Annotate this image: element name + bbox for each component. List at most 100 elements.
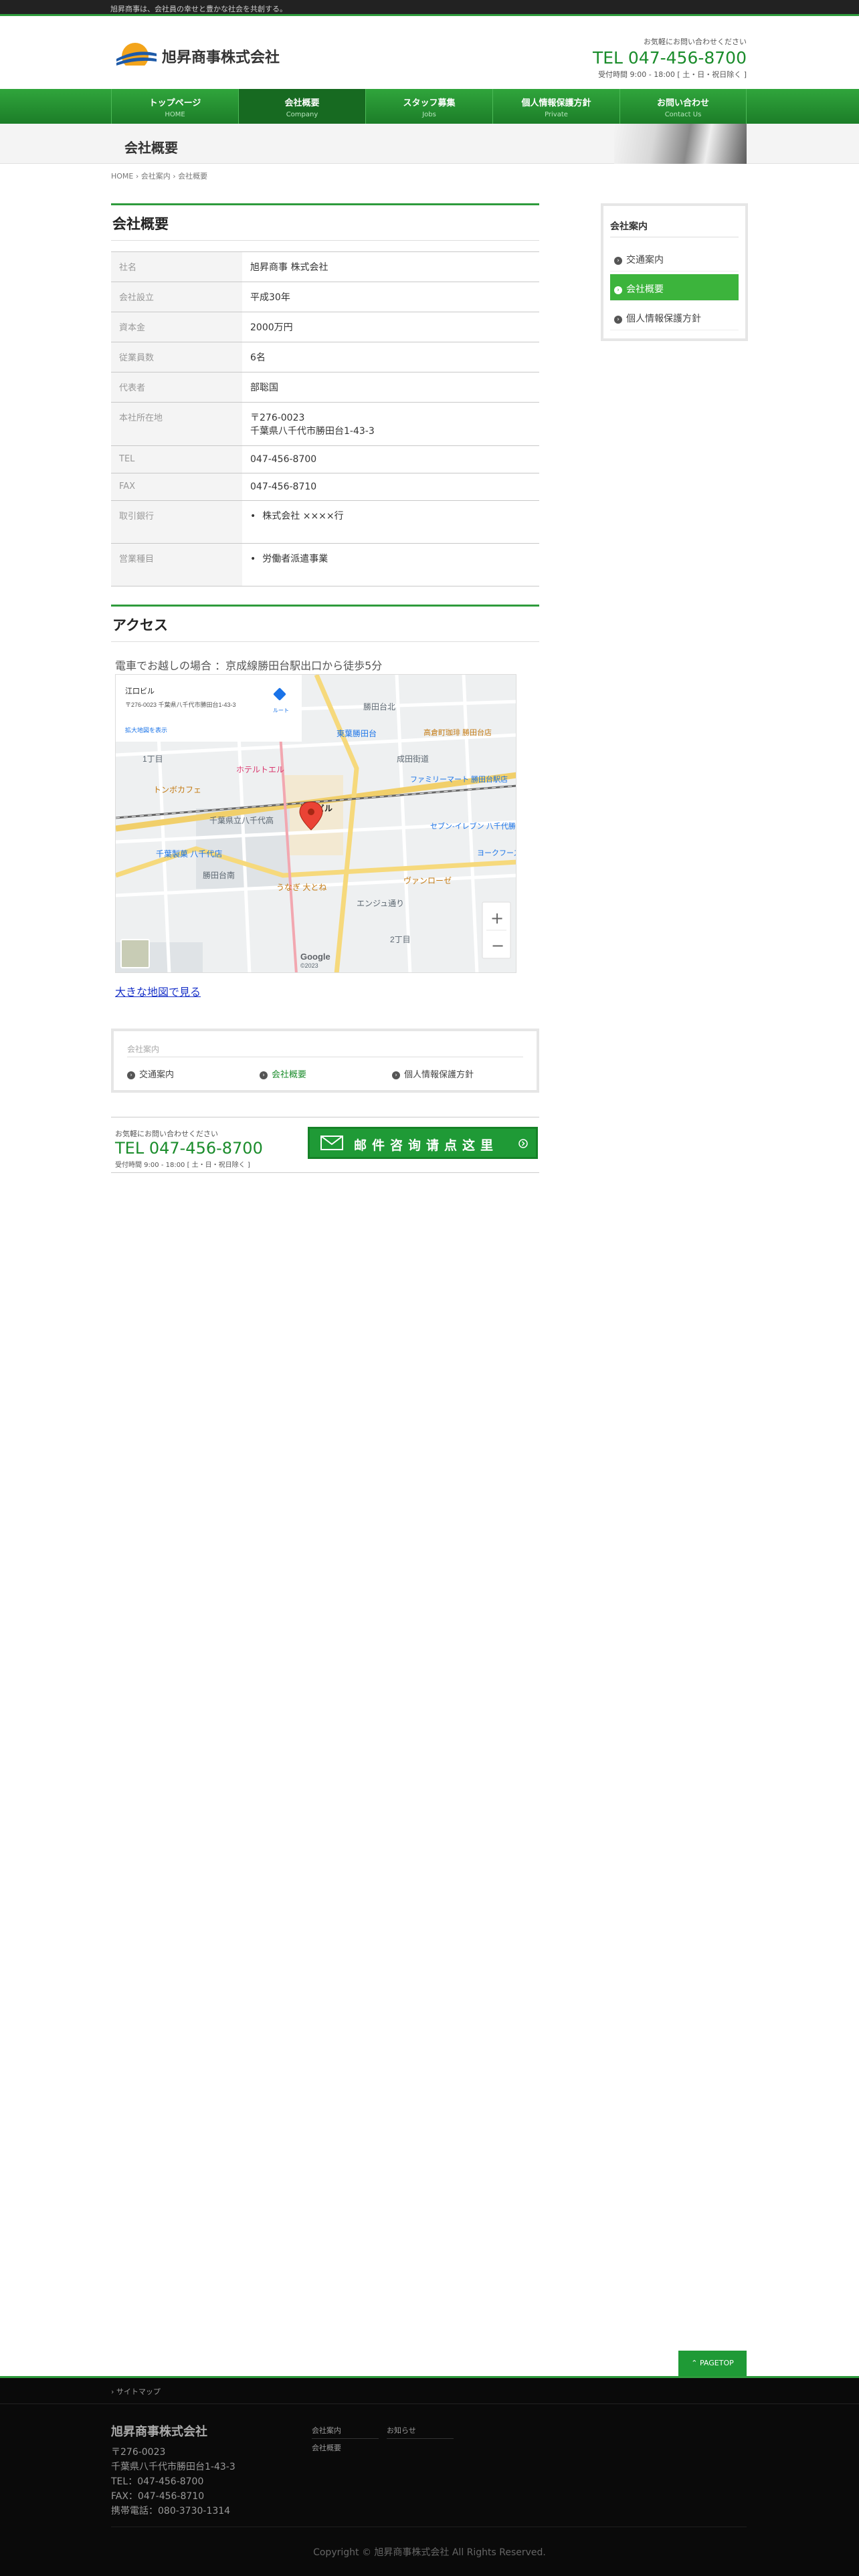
google-map[interactable]: 江口ビル 〒276-0023 千葉県八千代市勝田台1-43-3 拡大地図を表示 …	[115, 674, 516, 973]
zoom-in-button[interactable]: +	[490, 909, 504, 928]
map-info-title: 江口ビル	[125, 687, 155, 695]
nav-jobs[interactable]: スタッフ募集 Jobs	[365, 89, 492, 124]
sidebar-item-access[interactable]: › 交通案内	[610, 245, 739, 272]
chevron-up-icon: ⌃	[691, 2359, 700, 2367]
header-hours: 受付時間 9:00 - 18:00 [ 土・日・祝日除く ]	[598, 70, 747, 79]
subnav-item-company[interactable]: › 会社概要	[260, 1067, 306, 1080]
sidebar-item-privacy[interactable]: › 個人情報保護方針	[610, 304, 739, 330]
table-row: 従業員数 6名	[111, 342, 539, 372]
sitemap-link[interactable]: › サイトマップ	[111, 2386, 161, 2397]
row-label: 本社所在地	[111, 402, 242, 446]
map-canvas[interactable]: 江口ビル 〒276-0023 千葉県八千代市勝田台1-43-3 拡大地図を表示 …	[116, 675, 516, 973]
nav-contact-sub: Contact Us	[664, 111, 702, 118]
company-heading: 会社概要	[111, 203, 539, 241]
nav-company[interactable]: 会社概要 Company	[238, 89, 365, 124]
nav-jobs-sub: Jobs	[422, 111, 436, 118]
row-label: 代表者	[111, 372, 242, 403]
title-decoration-image	[614, 124, 747, 164]
row-label: 取引銀行	[111, 500, 242, 544]
footer-nav-overview[interactable]: 会社概要	[312, 2442, 341, 2453]
row-label: 資本金	[111, 312, 242, 342]
table-row: TEL 047-456-8700	[111, 445, 539, 473]
subnav-item-label: 会社概要	[272, 1070, 307, 1080]
cta-hours: 受付時間 9:00 - 18:00 [ 土・日・祝日除く ]	[115, 1162, 250, 1169]
nav-contact-label: お問い合わせ	[656, 98, 709, 108]
footer-address: 千葉県八千代市勝田台1-43-3	[111, 2462, 235, 2472]
subnav-item-label: 個人情報保護方針	[404, 1070, 474, 1080]
zoom-out-button[interactable]: −	[491, 936, 504, 955]
sidebar-item-label: 会社概要	[626, 284, 664, 295]
map-info-link[interactable]: 拡大地図を表示	[125, 726, 167, 734]
top-bar: 旭昇商事は、会社員の幸せと豊かな社会を共創する。	[0, 0, 859, 16]
row-label: 社名	[111, 251, 242, 282]
table-row: 本社所在地 〒276-0023 千葉県八千代市勝田台1-43-3	[111, 402, 539, 446]
logo[interactable]: 旭昇商事株式会社	[115, 35, 289, 72]
header-contact: お気軽にお問い合わせください TEL 047-456-8700 受付時間 9:0…	[593, 36, 747, 80]
satellite-toggle[interactable]	[120, 939, 150, 968]
map-label: 千葉製菓 八千代店	[156, 849, 222, 859]
row-label: FAX	[111, 473, 242, 501]
map-label: 東葉勝田台	[337, 728, 377, 738]
large-map-link[interactable]: 大きな地図で見る	[115, 983, 201, 999]
footer-company-name: 旭昇商事株式会社	[111, 2425, 207, 2439]
cta-note: お気軽にお問い合わせください	[115, 1130, 218, 1138]
list-item: 株式会社 ××××行	[250, 509, 531, 522]
map-label: 千葉県立八千代高	[209, 815, 274, 825]
page-title-band: 会社概要	[0, 124, 859, 164]
row-value: 2000万円	[242, 312, 539, 342]
nav-privacy-label: 個人情報保護方針	[521, 98, 591, 108]
divider	[0, 2403, 859, 2404]
pagetop-button[interactable]: ⌃ PAGETOP	[678, 2351, 747, 2376]
mail-contact-button[interactable]: 邮件咨询请点这里	[308, 1127, 538, 1159]
contact-band: お気軽にお問い合わせください TEL 047-456-8700 受付時間 9:0…	[111, 1117, 539, 1173]
map-route-label: ルート	[273, 708, 289, 714]
nav-jobs-label: スタッフ募集	[403, 98, 456, 108]
map-label: ファミリーマート 勝田台駅店	[410, 774, 508, 784]
cta-tel[interactable]: TEL 047-456-8700	[115, 1139, 263, 1158]
nav-contact[interactable]: お問い合わせ Contact Us	[619, 89, 747, 124]
row-value: 047-456-8710	[242, 473, 539, 501]
mail-icon	[320, 1136, 343, 1150]
chevron-right-icon: ›	[127, 1071, 135, 1079]
nav-privacy[interactable]: 個人情報保護方針 Private	[492, 89, 619, 124]
chevron-right-icon: ›	[614, 286, 622, 294]
footer-nav-company[interactable]: 会社案内	[312, 2425, 379, 2439]
nav-home[interactable]: トップページ HOME	[111, 89, 238, 124]
nav-home-sub: HOME	[165, 111, 185, 118]
table-row: 社名 旭昇商事 株式会社	[111, 251, 539, 282]
map-label: うなぎ 大とね	[276, 883, 326, 892]
logo-sun-icon	[115, 43, 158, 68]
breadcrumb[interactable]: HOME › 会社案内 › 会社概要	[111, 171, 207, 181]
list-item: 労働者派遣事業	[250, 552, 531, 565]
map-info-address: 〒276-0023 千葉県八千代市勝田台1-43-3	[125, 701, 236, 708]
subnav-item-label: 交通案内	[139, 1070, 175, 1080]
row-label: 従業員数	[111, 342, 242, 372]
tagline: 旭昇商事は、会社員の幸せと豊かな社会を共創する。	[110, 5, 287, 13]
header-tel[interactable]: TEL 047-456-8700	[593, 48, 747, 68]
row-value: 旭昇商事 株式会社	[242, 251, 539, 282]
map-label: 勝田台北	[363, 702, 395, 712]
row-value: 047-456-8700	[242, 445, 539, 473]
footer-nav-news[interactable]: お知らせ	[387, 2425, 454, 2439]
map-label: 勝田台南	[203, 870, 235, 880]
page-title: 会社概要	[124, 140, 178, 156]
brand-name: 旭昇商事株式会社	[162, 49, 280, 66]
table-row: FAX 047-456-8710	[111, 473, 539, 501]
global-nav: トップページ HOME 会社概要 Company スタッフ募集 Jobs 個人情…	[0, 89, 859, 124]
row-value: 株式会社 ××××行	[242, 500, 539, 544]
sidebar-item-company[interactable]: › 会社概要	[610, 274, 739, 301]
subnav-item-access[interactable]: › 交通案内	[127, 1067, 174, 1080]
subnav-item-privacy[interactable]: › 個人情報保護方針	[392, 1067, 474, 1080]
sidebar: 会社案内 › 交通案内 › 会社概要 › 個人情報保護方針	[601, 203, 748, 341]
row-label: 営業種目	[111, 543, 242, 586]
map-label: ヴァンローゼ	[403, 875, 452, 885]
table-row: 会社設立 平成30年	[111, 282, 539, 312]
sidebar-item-label: 交通案内	[626, 255, 664, 265]
row-label: 会社設立	[111, 282, 242, 312]
nav-company-label: 会社概要	[284, 98, 320, 108]
chevron-right-icon: ›	[260, 1071, 268, 1079]
zoom-controls[interactable]: + −	[482, 901, 511, 959]
pagetop-label: PAGETOP	[699, 2359, 734, 2367]
chevron-right-icon: ›	[614, 316, 622, 324]
access-heading: アクセス	[111, 605, 539, 642]
